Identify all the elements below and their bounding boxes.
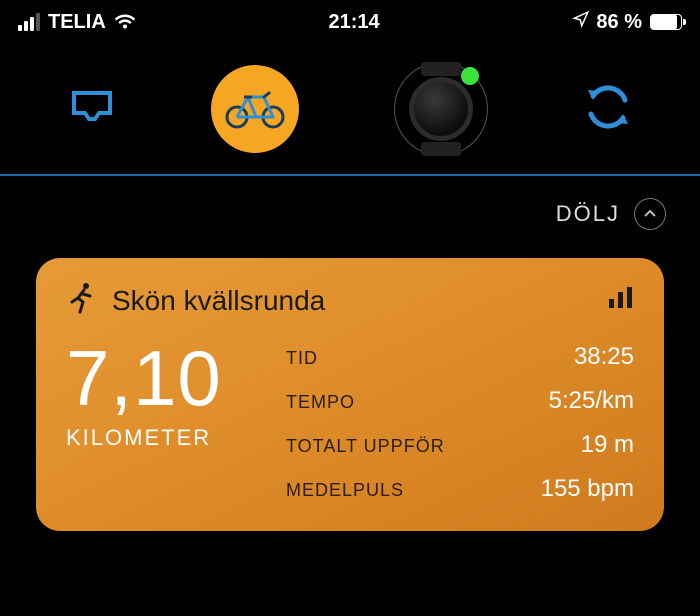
stat-value: 5:25/km xyxy=(549,387,634,415)
bike-icon xyxy=(211,65,299,153)
stat-value: 38:25 xyxy=(574,343,634,371)
stats-list: TID 38:25 TEMPO 5:25/km TOTALT UPPFÖR 19… xyxy=(286,339,634,503)
location-icon xyxy=(572,10,590,34)
chevron-up-icon xyxy=(634,198,666,230)
battery-text: 86 % xyxy=(596,11,642,34)
clock: 21:14 xyxy=(329,11,380,34)
device-button[interactable] xyxy=(394,62,488,156)
sync-icon xyxy=(583,82,633,137)
status-bar: TELIA 21:14 86 % xyxy=(0,0,700,44)
distance-value: 7,10 xyxy=(66,339,246,417)
toolbar xyxy=(0,44,700,174)
watch-icon xyxy=(394,62,488,156)
inbox-icon xyxy=(68,87,116,132)
running-icon xyxy=(66,282,96,319)
activity-title: Skön kvällsrunda xyxy=(112,285,325,317)
status-right: 86 % xyxy=(572,10,682,34)
inbox-button[interactable] xyxy=(68,87,116,132)
stat-label: TOTALT UPPFÖR xyxy=(286,436,445,457)
battery-icon xyxy=(650,14,682,30)
stats-icon[interactable] xyxy=(608,287,634,314)
activity-card[interactable]: Skön kvällsrunda 7,10 KILOMETER TID 38:2… xyxy=(36,258,664,531)
signal-icon xyxy=(18,13,40,31)
stat-row: MEDELPULS 155 bpm xyxy=(286,475,634,503)
stat-label: MEDELPULS xyxy=(286,480,404,501)
carrier-label: TELIA xyxy=(48,11,106,34)
stat-row: TEMPO 5:25/km xyxy=(286,387,634,415)
status-left: TELIA xyxy=(18,11,136,34)
stat-label: TEMPO xyxy=(286,392,355,413)
status-dot-icon xyxy=(461,67,479,85)
stat-value: 155 bpm xyxy=(541,475,634,503)
distance-unit: KILOMETER xyxy=(66,425,246,451)
stat-value: 19 m xyxy=(581,431,634,459)
wifi-icon xyxy=(114,14,136,30)
stat-row: TOTALT UPPFÖR 19 m xyxy=(286,431,634,459)
distance-metric: 7,10 KILOMETER xyxy=(66,339,246,451)
stat-label: TID xyxy=(286,348,318,369)
sync-button[interactable] xyxy=(583,82,633,137)
hide-toggle[interactable]: DÖLJ xyxy=(0,176,700,248)
activity-type-button[interactable] xyxy=(211,65,299,153)
stat-row: TID 38:25 xyxy=(286,343,634,371)
activity-card-header: Skön kvällsrunda xyxy=(66,282,634,319)
hide-label: DÖLJ xyxy=(556,201,620,227)
